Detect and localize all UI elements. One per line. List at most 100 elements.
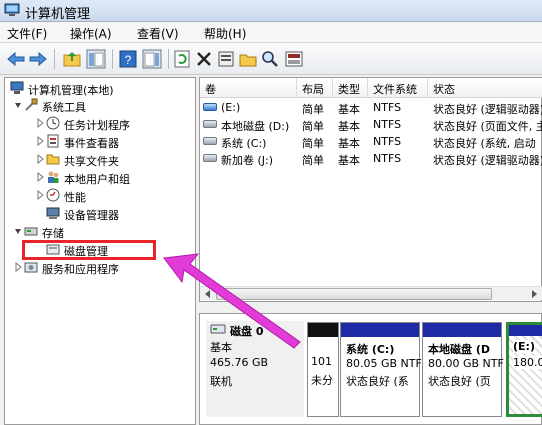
partition-size: 80.00 GB NTF	[428, 357, 504, 370]
volume-type: 基本	[338, 120, 360, 133]
title-bar: 计算机管理	[0, 0, 542, 22]
menu-action[interactable]: 操作(A)	[70, 25, 112, 42]
chevron-right-icon[interactable]	[36, 154, 44, 164]
table-row[interactable]: 本地磁盘 (D:) 简单 基本 NTFS 状态良好 (页面文件, 主	[200, 116, 542, 133]
table-row[interactable]: 系统 (C:) 简单 基本 NTFS 状态良好 (系统, 启动	[200, 133, 542, 150]
partition-d[interactable]: 本地磁盘 (D 80.00 GB NTF 状态良好 (页	[422, 322, 504, 417]
device-manager-icon	[46, 207, 60, 219]
search-icon[interactable]	[260, 49, 280, 69]
volume-icon	[203, 154, 217, 162]
services-icon	[24, 262, 38, 273]
chevron-right-icon[interactable]	[36, 190, 44, 200]
column-header-status[interactable]: 状态	[428, 78, 542, 98]
chevron-down-icon[interactable]	[14, 100, 22, 110]
volume-type: 基本	[338, 137, 360, 150]
partition-size: 180.0	[513, 356, 542, 369]
partition-bar	[509, 325, 542, 336]
partition-bar	[308, 323, 338, 337]
menu-view[interactable]: 查看(V)	[137, 25, 179, 42]
volume-status: 状态良好 (系统, 启动	[433, 137, 536, 150]
volume-layout: 简单	[302, 103, 324, 116]
action-pane-icon[interactable]	[142, 49, 162, 69]
computer-management-icon	[4, 3, 20, 16]
volume-fs: NTFS	[373, 152, 402, 165]
users-icon	[48, 171, 59, 183]
tree-label: 设备管理器	[64, 209, 119, 222]
volume-icon	[203, 137, 217, 145]
volume-fs: NTFS	[373, 118, 402, 131]
help-icon[interactable]: ?	[118, 49, 138, 69]
partition-name: 系统 (C:)	[346, 343, 395, 356]
volume-name: 系统 (C:)	[221, 137, 267, 150]
tree-label: 任务计划程序	[64, 119, 130, 132]
volume-layout: 简单	[302, 137, 324, 150]
partition-name: (E:)	[513, 340, 535, 353]
volume-status: 状态良好 (页面文件, 主	[433, 120, 542, 133]
annotation-arrow	[163, 253, 301, 349]
column-header-volume[interactable]: 卷	[200, 78, 297, 98]
highlight-box	[22, 240, 156, 260]
svg-text:?: ?	[125, 53, 132, 67]
column-header-layout[interactable]: 布局	[297, 78, 333, 98]
volume-status: 状态良好 (逻辑驱动器)	[433, 103, 542, 116]
chevron-right-icon[interactable]	[36, 172, 44, 182]
column-header-type[interactable]: 类型	[333, 78, 368, 98]
up-folder-icon[interactable]	[62, 49, 82, 69]
partition-bar	[341, 323, 419, 337]
storage-icon	[24, 227, 38, 236]
chevron-right-icon[interactable]	[36, 118, 44, 128]
volume-layout: 简单	[302, 154, 324, 167]
tree-label: 存储	[42, 227, 64, 240]
tree-label: 事件查看器	[64, 137, 119, 150]
open-icon[interactable]	[238, 49, 258, 69]
chevron-down-icon[interactable]	[14, 226, 22, 236]
volume-name: (E:)	[221, 101, 241, 114]
volume-icon	[203, 103, 217, 111]
tree-label: 共享文件夹	[64, 155, 119, 168]
menu-file[interactable]: 文件(F)	[7, 25, 47, 42]
volume-status: 状态良好 (逻辑驱动器)	[433, 154, 542, 167]
volume-type: 基本	[338, 154, 360, 167]
tree-label: 系统工具	[42, 101, 86, 114]
forward-icon[interactable]	[28, 49, 48, 69]
volume-layout: 简单	[302, 120, 324, 133]
menu-bar: 文件(F) 操作(A) 查看(V) 帮助(H)	[0, 22, 542, 43]
disk-properties-icon[interactable]	[284, 49, 304, 69]
back-icon[interactable]	[6, 49, 26, 69]
tree-label: 服务和应用程序	[42, 263, 119, 276]
tree-label: 本地用户和组	[64, 173, 130, 186]
volume-name: 新加卷 (J:)	[221, 154, 274, 167]
partition-e[interactable]: (E:) 180.0	[506, 322, 542, 417]
window-title: 计算机管理	[25, 7, 91, 22]
disk-state: 联机	[210, 375, 232, 388]
refresh-icon[interactable]	[172, 49, 192, 69]
partition-status: 状态良好 (系	[346, 375, 409, 388]
table-row[interactable]: (E:) 简单 基本 NTFS 状态良好 (逻辑驱动器)	[200, 99, 542, 116]
menu-help[interactable]: 帮助(H)	[204, 25, 246, 42]
volume-fs: NTFS	[373, 135, 402, 148]
clock-icon	[46, 116, 60, 130]
partition-c[interactable]: 系统 (C:) 80.05 GB NTF 状态良好 (系	[340, 322, 422, 417]
column-header-filesystem[interactable]: 文件系统	[368, 78, 428, 98]
chevron-right-icon[interactable]	[36, 136, 44, 146]
table-row[interactable]: 新加卷 (J:) 简单 基本 NTFS 状态良好 (逻辑驱动器)	[200, 150, 542, 167]
delete-icon[interactable]	[194, 49, 214, 69]
partition-size: 80.05 GB NTF	[346, 357, 422, 370]
show-tree-icon[interactable]	[86, 49, 106, 69]
partition-name: 本地磁盘 (D	[428, 343, 490, 356]
tree-label: 计算机管理(本地)	[28, 84, 114, 97]
scroll-right-icon[interactable]	[527, 288, 541, 300]
volume-fs: NTFS	[373, 101, 402, 114]
chevron-right-icon[interactable]	[14, 262, 22, 272]
partition-unallocated[interactable]: 101 未分	[307, 322, 339, 417]
volume-type: 基本	[338, 103, 360, 116]
properties-icon[interactable]	[216, 49, 236, 69]
event-log-icon	[47, 134, 59, 148]
volume-icon	[203, 120, 217, 128]
computer-management-icon	[10, 81, 24, 94]
partition-status: 状态良好 (页	[428, 375, 491, 388]
tools-icon	[25, 98, 38, 111]
partition-label: 未分	[311, 374, 333, 387]
toolbar: ?	[0, 43, 542, 75]
partition-bar	[423, 323, 501, 337]
